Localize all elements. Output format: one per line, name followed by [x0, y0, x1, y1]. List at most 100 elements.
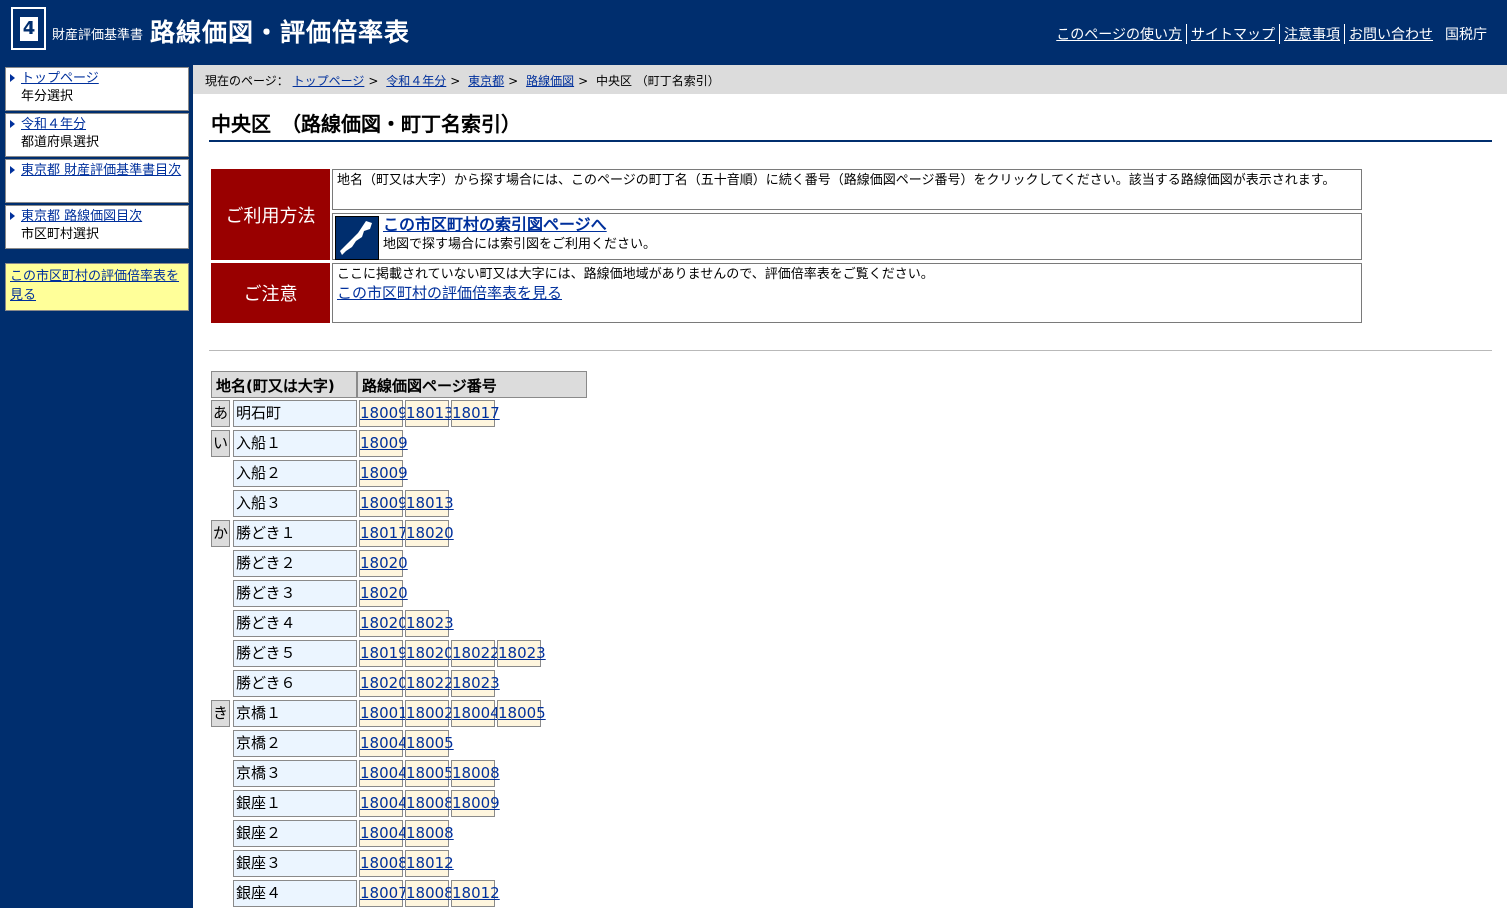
chevron-right-icon: > [450, 74, 461, 88]
page-number-cell: 18023 [451, 670, 500, 697]
page-number-cell: 18008 [405, 820, 454, 847]
japan-map-icon[interactable] [335, 216, 379, 260]
breadcrumb-prefix: 現在のページ： [205, 74, 289, 88]
place-name: 勝どき３ [233, 580, 357, 607]
nav-sitemap[interactable]: サイトマップ [1187, 24, 1280, 44]
page-number-link[interactable]: 18004 [452, 704, 500, 722]
page-number-link[interactable]: 18005 [406, 764, 454, 782]
page-number-link[interactable]: 18017 [360, 524, 408, 542]
page-number-link[interactable]: 18004 [360, 764, 408, 782]
page-number-link[interactable]: 18004 [360, 734, 408, 752]
caution-cell: ここに掲載されていない町又は大字には、路線価地域がありませんので、評価倍率表をご… [332, 263, 1362, 323]
site-title: 路線価図・評価倍率表 [150, 18, 411, 47]
sidebar-item-tokyo-index: 東京都 財産評価基準書目次 [5, 159, 189, 203]
breadcrumb-link-map[interactable]: 路線価図 [526, 74, 574, 88]
page-number-link[interactable]: 18012 [452, 884, 500, 902]
page-number-cell: 18008 [359, 850, 408, 877]
page-number-link[interactable]: 18013 [406, 404, 454, 422]
page-number-cell: 18019 [359, 640, 408, 667]
page-number-link[interactable]: 18022 [452, 644, 500, 662]
page-number-link[interactable]: 18020 [360, 554, 408, 572]
sidebar-link-year[interactable]: 令和４年分 [21, 117, 86, 132]
sidebar-link-top[interactable]: トップページ [21, 71, 99, 86]
page-number-link[interactable]: 18020 [360, 674, 408, 692]
place-name: 勝どき２ [233, 550, 357, 577]
chevron-right-icon: > [578, 74, 589, 88]
place-name: 銀座１ [233, 790, 357, 817]
page-number-link[interactable]: 18005 [498, 704, 546, 722]
page-number-cell: 18022 [451, 640, 500, 667]
page-number-link[interactable]: 18007 [360, 884, 408, 902]
index-map-link[interactable]: この市区町村の索引図ページへ [383, 215, 607, 234]
page-number-cell: 18012 [405, 850, 454, 877]
usage-label: ご利用方法 [211, 169, 330, 260]
page-number-link[interactable]: 18009 [452, 794, 500, 812]
page-number-cell: 18002 [405, 700, 454, 727]
page-number-link[interactable]: 18005 [406, 734, 454, 752]
page-number-link[interactable]: 18008 [406, 884, 454, 902]
page-number-cell: 18008 [405, 790, 454, 817]
page-number-link[interactable]: 18009 [360, 434, 408, 452]
place-name: 銀座３ [233, 850, 357, 877]
page-number-link[interactable]: 18008 [360, 854, 408, 872]
page-number-cell: 18009 [359, 490, 408, 517]
nav-notes[interactable]: 注意事項 [1280, 24, 1345, 44]
page-number-cell: 18020 [405, 520, 454, 547]
sidebar-link-tokyo-index[interactable]: 東京都 財産評価基準書目次 [21, 163, 181, 178]
page-number-link[interactable]: 18009 [360, 494, 408, 512]
agency-name: 国税庁 [1445, 27, 1487, 43]
page-number-cell: 18004 [359, 730, 408, 757]
breadcrumb-link-year[interactable]: 令和４年分 [386, 74, 446, 88]
page-number-link[interactable]: 18004 [360, 794, 408, 812]
page-number-link[interactable]: 18009 [360, 404, 408, 422]
page-number-link[interactable]: 18020 [406, 524, 454, 542]
chevron-right-icon: > [368, 74, 379, 88]
usage-text: 地名（町又は大字）から探す場合には、このページの町丁名（五十音順）に続く番号（路… [332, 169, 1362, 210]
page-number-link[interactable]: 18020 [360, 614, 408, 632]
arrow-right-icon [10, 166, 15, 174]
page-title: 中央区 （路線価図・町丁名索引） [209, 108, 1492, 142]
page-number-link[interactable]: 18001 [360, 704, 408, 722]
page-number-link[interactable]: 18020 [360, 584, 408, 602]
page-number-link[interactable]: 18002 [406, 704, 454, 722]
page-number-cell: 18004 [359, 790, 408, 817]
page-number-link[interactable]: 18012 [406, 854, 454, 872]
page-number-link[interactable]: 18013 [406, 494, 454, 512]
page-number-link[interactable]: 18008 [406, 794, 454, 812]
caution-multiplier-link[interactable]: この市区町村の評価倍率表を見る [337, 284, 562, 302]
page-number-cell: 18020 [405, 640, 454, 667]
nav-how-to-use[interactable]: このページの使い方 [1052, 24, 1187, 44]
place-name: 勝どき４ [233, 610, 357, 637]
place-name: 勝どき１ [233, 520, 357, 547]
page-number-cell: 18023 [497, 640, 546, 667]
page-number-cell: 18022 [405, 670, 454, 697]
page-number-link[interactable]: 18023 [406, 614, 454, 632]
breadcrumb-current: 中央区 （町丁名索引） [595, 74, 720, 88]
arrow-right-icon [10, 74, 15, 82]
page-number-cell: 18020 [359, 550, 408, 577]
sidebar-item-sub: 都道府県選択 [21, 135, 100, 150]
page-number-link[interactable]: 18019 [360, 644, 408, 662]
page-number-link[interactable]: 18023 [452, 674, 500, 692]
page-number-link[interactable]: 18008 [452, 764, 500, 782]
place-name: 京橋２ [233, 730, 357, 757]
sidebar-item-year: 令和４年分 都道府県選択 [5, 113, 189, 157]
page-number-link[interactable]: 18023 [498, 644, 546, 662]
multiplier-table-link[interactable]: この市区町村の評価倍率表を見る [10, 269, 179, 303]
page-number-link[interactable]: 18004 [360, 824, 408, 842]
page-number-cell: 18008 [451, 760, 500, 787]
logo-icon: 4 [11, 7, 46, 50]
sidebar-multiplier-link[interactable]: この市区町村の評価倍率表を見る [5, 263, 189, 311]
page-number-link[interactable]: 18022 [406, 674, 454, 692]
page-number-link[interactable]: 18017 [452, 404, 500, 422]
page-number-link[interactable]: 18008 [406, 824, 454, 842]
page-number-cell: 18020 [359, 670, 408, 697]
page-number-link[interactable]: 18009 [360, 464, 408, 482]
breadcrumb-link-top[interactable]: トップページ [293, 74, 365, 88]
place-name: 入船１ [233, 430, 357, 457]
breadcrumb-link-pref[interactable]: 東京都 [468, 74, 504, 88]
sidebar-link-rosenka-index[interactable]: 東京都 路線価図目次 [21, 209, 142, 224]
breadcrumb: 現在のページ： トップページ > 令和４年分 > 東京都 > 路線価図 > 中央区 （町… [193, 65, 1507, 94]
page-number-link[interactable]: 18020 [406, 644, 454, 662]
nav-contact[interactable]: お問い合わせ [1345, 24, 1437, 44]
